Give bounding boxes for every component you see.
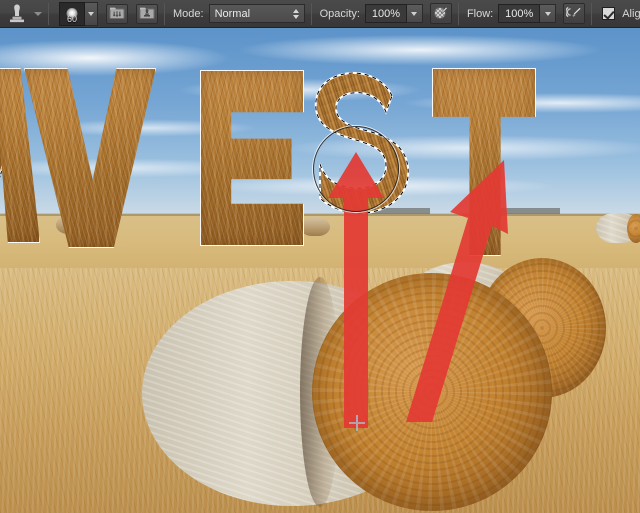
clone-source-panel-icon — [139, 5, 155, 23]
toggle-brush-panel-button[interactable] — [106, 3, 128, 24]
chevron-down-icon — [88, 11, 94, 16]
separator — [310, 2, 312, 25]
opacity-label: Opacity: — [319, 7, 360, 20]
letter-E — [200, 70, 304, 246]
blend-mode-select[interactable]: Normal — [208, 4, 305, 23]
brush-preset-picker[interactable]: 60 — [59, 1, 98, 26]
aligned-label: Aligned — [622, 7, 640, 20]
flow-dropdown-button[interactable] — [540, 4, 557, 23]
distant-hay-bale — [627, 214, 640, 243]
clone-stamp-tool-button[interactable] — [0, 3, 42, 25]
spinner-arrows-icon — [292, 8, 300, 19]
opacity-input[interactable]: 100% — [364, 4, 407, 23]
separator — [164, 2, 165, 25]
chevron-down-icon[interactable] — [34, 11, 42, 16]
aligned-checkbox-group[interactable]: Aligned — [602, 7, 640, 20]
chevron-down-icon — [411, 11, 418, 16]
flow-control[interactable]: 100% — [498, 4, 557, 23]
pressure-opacity-toggle[interactable] — [429, 3, 452, 24]
pressure-opacity-icon — [433, 4, 449, 23]
bale-face — [312, 273, 552, 511]
airbrush-toggle[interactable] — [563, 3, 586, 24]
separator — [457, 2, 459, 25]
brush-size-label: 60 — [66, 13, 77, 24]
tool-options-bar: 60 Mode: Normal Opacity: 100% Flow: 100%… — [0, 0, 640, 28]
blend-mode-value: Normal — [214, 7, 251, 20]
checkmark-icon[interactable] — [602, 7, 616, 20]
separator — [591, 2, 593, 25]
chevron-down-icon — [544, 11, 551, 16]
opacity-dropdown-button[interactable] — [406, 4, 423, 23]
foreground-hay-bale — [142, 273, 552, 513]
airbrush-icon — [564, 4, 583, 23]
brush-panel-icon — [109, 5, 125, 23]
image-canvas[interactable] — [0, 28, 640, 513]
clone-stamp-icon — [6, 3, 28, 25]
mode-label: Mode: — [173, 7, 204, 20]
toggle-clone-source-panel-button[interactable] — [136, 3, 158, 24]
flow-input[interactable]: 100% — [498, 4, 541, 23]
brush-dropdown-button[interactable] — [85, 1, 98, 26]
separator — [48, 2, 49, 25]
opacity-control[interactable]: 100% — [364, 4, 423, 23]
treeline — [500, 208, 560, 214]
flow-label: Flow: — [466, 7, 494, 20]
letter-S — [314, 72, 410, 215]
brush-thumbnail[interactable]: 60 — [59, 1, 85, 26]
